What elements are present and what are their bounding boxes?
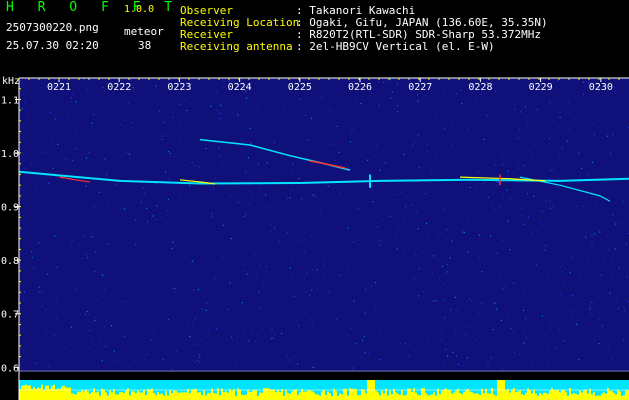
time-tick-label-6: 0227 [408,82,432,93]
antenna-value: : 2el-HB9CV Vertical (el. E-W) [296,40,495,53]
antenna-label: Receiving antenna [180,40,293,53]
freq-tick-label-2: 0.9 [1,203,19,214]
time-tick-label-3: 0224 [228,82,252,93]
meteor-label: meteor [124,25,164,38]
time-tick-label-5: 0226 [348,82,372,93]
freq-tick-label-1: 1.0 [1,149,19,160]
time-tick-label-0: 0221 [47,82,71,93]
time-tick-label-9: 0230 [589,82,613,93]
time-tick-label-2: 0223 [167,82,191,93]
freq-tick-label-4: 0.7 [1,310,19,321]
freq-tick-label-0: 1.1 [1,95,19,106]
time-tick-label-4: 0225 [288,82,312,93]
meteor-count: 38 [138,39,152,52]
spectrogram: kHz 1.1 1.0 0.9 0.8 0.7 0.6 0221 0222 0223 0224 022… [1,76,629,400]
time-tick-label-1: 0222 [107,82,131,93]
time-tick-label-8: 0229 [529,82,553,93]
plot-background [19,78,629,370]
freq-tick-label-3: 0.8 [1,256,19,267]
freq-tick-label-5: 0.6 [1,363,19,374]
y-axis-label: kHz [2,76,20,87]
date-time: 25.07.30 02:20 [6,39,99,52]
hroft-window: kHz 1.1 1.0 0.9 0.8 0.7 0.6 0221 0222 0223 0224 022… [0,0,629,400]
time-tick-label-7: 0228 [468,82,492,93]
app-version: 1.0.0 [124,4,155,15]
file-name: 2507300220.png [6,21,99,34]
